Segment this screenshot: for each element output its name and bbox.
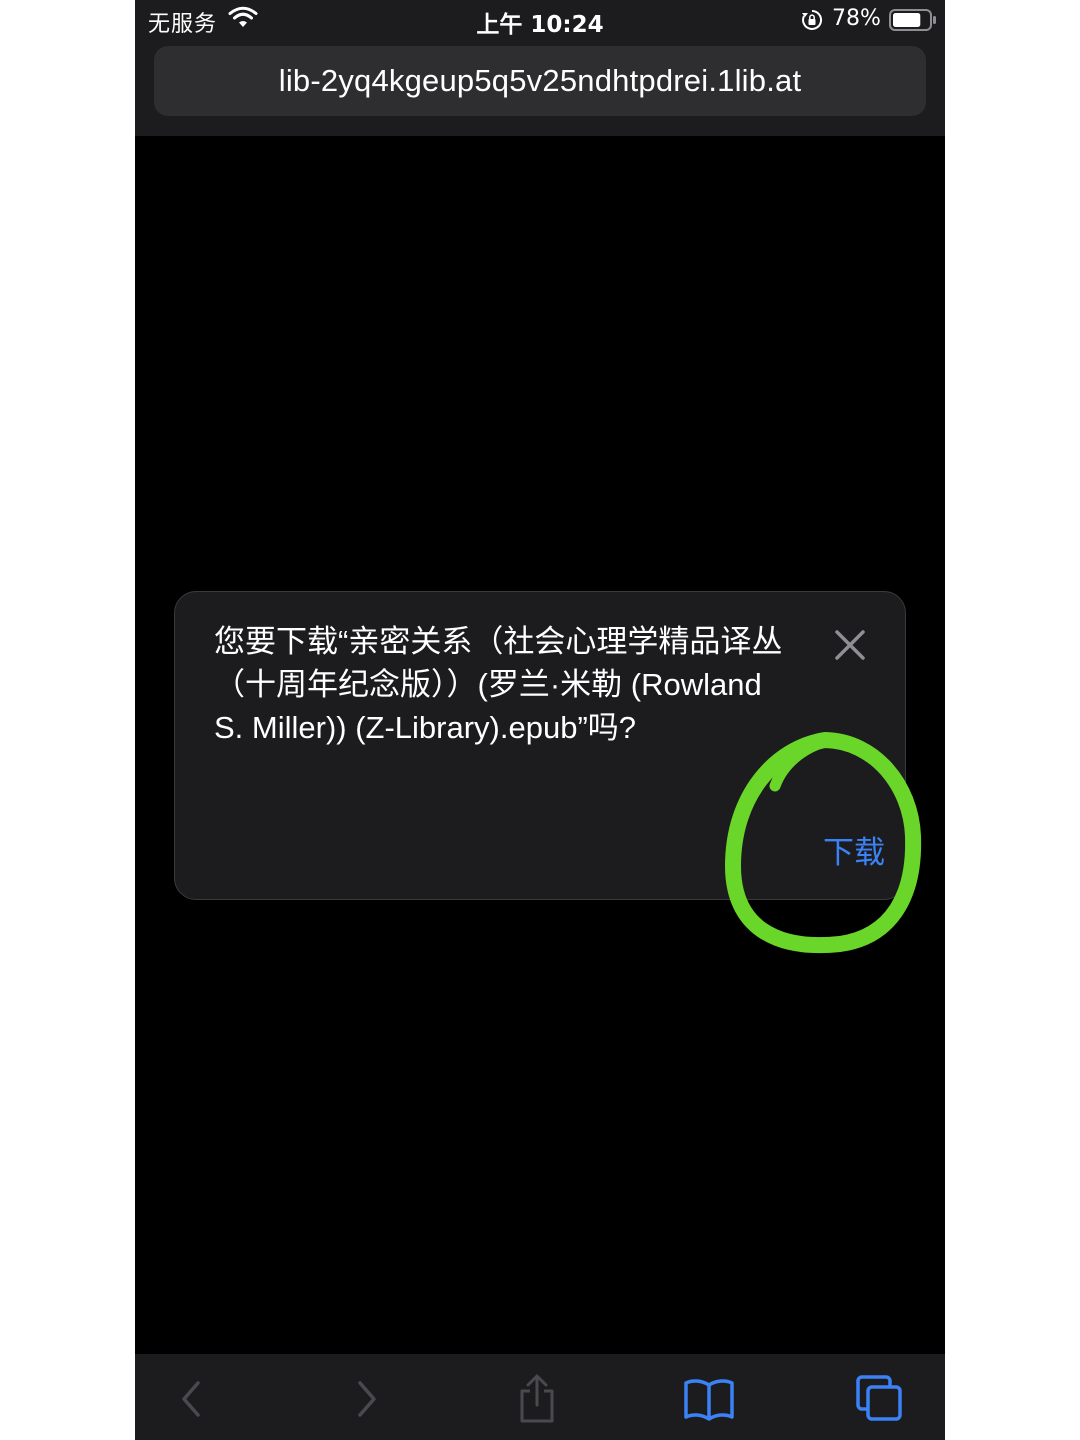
back-icon (182, 1381, 200, 1417)
download-button[interactable]: 下载 (775, 824, 885, 874)
forward-button[interactable] (340, 1372, 394, 1426)
clock: 上午 10:24 (476, 12, 604, 38)
phone-screen: 无服务 上午 10:24 78% lib-2yq4kgeup5q5v25ndht… (135, 0, 945, 1440)
download-confirmation-message: 您要下载“亲密关系（社会心理学精品译丛（十周年纪念版））(罗兰·米勒 (Rowl… (214, 624, 783, 745)
tabs-icon (856, 1375, 902, 1421)
forward-icon (358, 1381, 376, 1417)
share-button[interactable] (510, 1372, 564, 1426)
tabs-button[interactable] (853, 1372, 907, 1426)
browser-header: lib-2yq4kgeup5q5v25ndhtpdrei.1lib.at (135, 40, 945, 136)
back-button[interactable] (164, 1372, 218, 1426)
address-bar[interactable]: lib-2yq4kgeup5q5v25ndhtpdrei.1lib.at (154, 46, 926, 116)
bookmarks-button[interactable] (682, 1372, 736, 1426)
share-icon (520, 1374, 554, 1423)
status-bar: 无服务 上午 10:24 78% (135, 0, 945, 40)
bookmarks-icon (684, 1379, 734, 1421)
url-text: lib-2yq4kgeup5q5v25ndhtpdrei.1lib.at (278, 63, 802, 98)
rotation-lock-icon (802, 9, 823, 30)
battery-percent: 78% (832, 6, 881, 31)
close-icon[interactable] (833, 628, 867, 662)
battery-icon (889, 9, 936, 31)
download-dialog: 您要下载“亲密关系（社会心理学精品译丛（十周年纪念版））(罗兰·米勒 (Rowl… (174, 591, 906, 900)
page-content: 您要下载“亲密关系（社会心理学精品译丛（十周年纪念版））(罗兰·米勒 (Rowl… (135, 136, 945, 1354)
browser-toolbar (135, 1354, 945, 1440)
